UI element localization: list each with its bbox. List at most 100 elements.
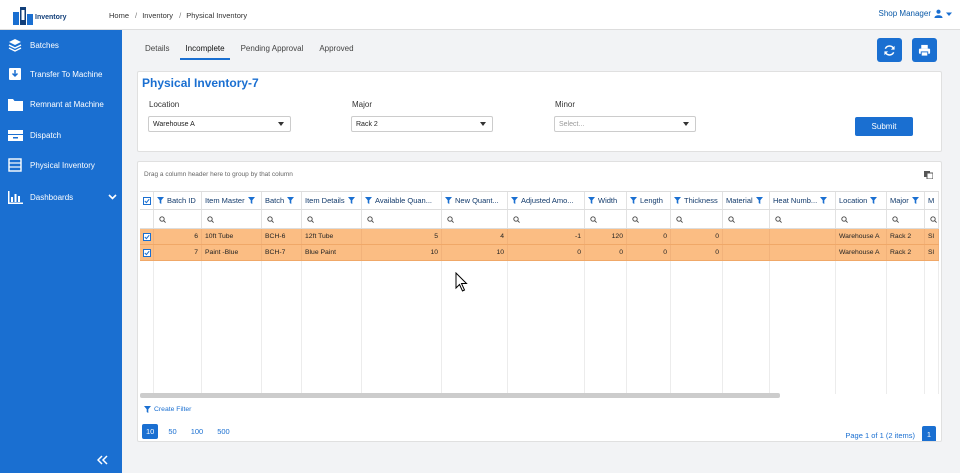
sidebar-item-physical-inventory[interactable]: Physical Inventory xyxy=(0,150,122,180)
filter-icon[interactable] xyxy=(365,197,372,204)
filter-icon[interactable] xyxy=(445,197,452,204)
column-header-heat-number[interactable]: Heat Numb... xyxy=(770,192,836,209)
filter-icon[interactable] xyxy=(588,197,595,204)
search-icon xyxy=(307,215,314,223)
breadcrumb-home[interactable]: Home xyxy=(109,11,129,20)
filter-icon[interactable] xyxy=(674,197,681,204)
sidebar-item-dispatch[interactable]: Dispatch xyxy=(0,120,122,150)
sidebar-item-dashboards[interactable]: Dashboards xyxy=(0,182,122,212)
filter-cell-length[interactable] xyxy=(627,210,671,228)
column-header-adjusted-amount[interactable]: Adjusted Amo... xyxy=(508,192,585,209)
column-header-batch-id[interactable]: Batch ID xyxy=(154,192,202,209)
column-header-minor[interactable]: M xyxy=(925,192,939,209)
column-header-new-quantity[interactable]: New Quant... xyxy=(442,192,508,209)
app-logo[interactable]: Inventory xyxy=(8,3,68,27)
page-size-100[interactable]: 100 xyxy=(187,424,208,439)
horizontal-scrollbar[interactable] xyxy=(140,393,780,398)
table-row[interactable]: 7 Paint -Blue BCH-7 Blue Paint 10 10 0 0… xyxy=(140,245,939,261)
column-header-thickness[interactable]: Thickness xyxy=(671,192,723,209)
search-icon xyxy=(267,215,274,223)
page-1-button[interactable]: 1 xyxy=(922,426,936,441)
cell-new-quantity[interactable]: 10 xyxy=(442,245,508,260)
filter-cell-minor[interactable] xyxy=(925,210,939,228)
page-size-500[interactable]: 500 xyxy=(213,424,234,439)
column-header-item-details[interactable]: Item Details xyxy=(302,192,362,209)
cell-item-details: Blue Paint xyxy=(302,245,362,260)
column-header-batch[interactable]: Batch xyxy=(262,192,302,209)
major-select[interactable]: Rack 2 xyxy=(351,116,493,132)
filter-cell-item-details[interactable] xyxy=(302,210,362,228)
select-all-checkbox[interactable] xyxy=(140,192,154,209)
cell-material xyxy=(723,245,770,260)
breadcrumb-inventory[interactable]: Inventory xyxy=(142,11,173,20)
filter-cell-major[interactable] xyxy=(887,210,925,228)
filter-cell-batch[interactable] xyxy=(262,210,302,228)
column-header-item-master[interactable]: Item Master xyxy=(202,192,262,209)
filter-icon[interactable] xyxy=(630,197,637,204)
caret-down-icon xyxy=(683,122,689,126)
location-label: Location xyxy=(149,100,180,109)
search-icon xyxy=(207,215,214,223)
sidebar-collapse-button[interactable] xyxy=(94,453,110,467)
filter-icon[interactable] xyxy=(287,197,295,204)
group-panel-hint[interactable]: Drag a column header here to group by th… xyxy=(144,171,293,178)
row-checkbox[interactable] xyxy=(140,229,154,244)
grid-filter-row xyxy=(140,210,939,229)
cell-new-quantity[interactable]: 4 xyxy=(442,229,508,244)
sidebar-item-batches[interactable]: Batches xyxy=(0,30,122,60)
create-filter-button[interactable]: Create Filter xyxy=(144,406,191,413)
filter-cell-new-quantity[interactable] xyxy=(442,210,508,228)
column-chooser-button[interactable] xyxy=(924,171,934,181)
column-header-length[interactable]: Length xyxy=(627,192,671,209)
minor-label: Minor xyxy=(555,100,576,109)
filter-cell-heat-number[interactable] xyxy=(770,210,836,228)
cell-available-quantity: 5 xyxy=(362,229,442,244)
submit-button[interactable]: Submit xyxy=(855,117,913,136)
filter-icon[interactable] xyxy=(157,197,164,204)
tab-details[interactable]: Details xyxy=(140,40,174,60)
filter-icon xyxy=(144,406,151,413)
cell-heat-number xyxy=(770,245,836,260)
tab-pending-approval[interactable]: Pending Approval xyxy=(236,40,309,60)
check-icon xyxy=(144,234,150,239)
cell-available-quantity: 10 xyxy=(362,245,442,260)
filter-icon[interactable] xyxy=(511,197,518,204)
minor-select[interactable]: Select... xyxy=(554,116,696,132)
row-checkbox[interactable] xyxy=(140,245,154,260)
filter-cell-adjusted-amount[interactable] xyxy=(508,210,585,228)
filter-cell-available-quantity[interactable] xyxy=(362,210,442,228)
column-header-available-quantity[interactable]: Available Quan... xyxy=(362,192,442,209)
filter-icon[interactable] xyxy=(911,197,919,204)
table-row[interactable]: 6 10ft Tube BCH-6 12ft Tube 5 4 -1 120 0… xyxy=(140,229,939,245)
page-size-50[interactable]: 50 xyxy=(164,424,180,439)
column-header-material[interactable]: Material xyxy=(723,192,770,209)
refresh-button[interactable] xyxy=(877,38,902,62)
page-size-10[interactable]: 10 xyxy=(142,424,159,439)
filter-cell-width[interactable] xyxy=(585,210,627,228)
filter-icon[interactable] xyxy=(247,197,255,204)
location-select[interactable]: Warehouse A xyxy=(148,116,291,132)
filter-cell-material[interactable] xyxy=(723,210,770,228)
filter-cell-batch-id[interactable] xyxy=(154,210,202,228)
tab-incomplete[interactable]: Incomplete xyxy=(180,40,230,60)
column-header-location[interactable]: Location xyxy=(836,192,887,209)
filter-icon[interactable] xyxy=(820,197,828,204)
column-header-width[interactable]: Width xyxy=(585,192,627,209)
sidebar-item-remnant-at-machine[interactable]: Remnant at Machine xyxy=(0,89,122,119)
filter-cell-location[interactable] xyxy=(836,210,887,228)
user-menu[interactable]: Shop Manager xyxy=(879,9,952,18)
filter-icon[interactable] xyxy=(347,197,355,204)
column-header-major[interactable]: Major xyxy=(887,192,925,209)
truck-icon xyxy=(7,129,23,141)
sidebar-item-transfer-to-machine[interactable]: Transfer To Machine xyxy=(0,59,122,89)
print-button[interactable] xyxy=(912,38,937,62)
download-box-icon xyxy=(9,68,21,80)
cell-thickness: 0 xyxy=(671,229,723,244)
filter-cell-item-master[interactable] xyxy=(202,210,262,228)
search-icon xyxy=(728,215,735,223)
search-icon xyxy=(447,215,454,223)
filter-icon[interactable] xyxy=(870,197,878,204)
tab-approved[interactable]: Approved xyxy=(314,40,358,60)
filter-cell-thickness[interactable] xyxy=(671,210,723,228)
filter-icon[interactable] xyxy=(755,197,763,204)
